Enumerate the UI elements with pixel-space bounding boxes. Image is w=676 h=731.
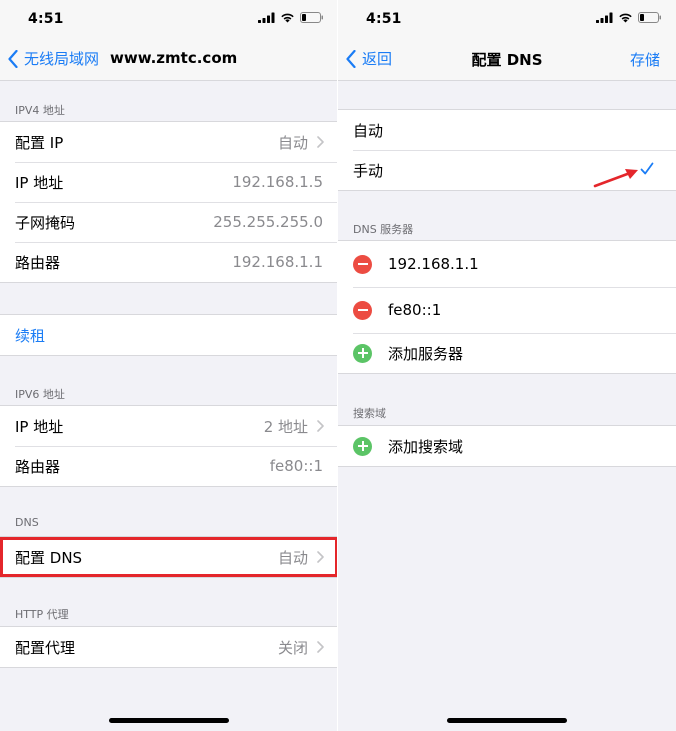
battery-icon (300, 12, 323, 23)
row-subnet-mask: 子网掩码 255.255.255.0 (0, 202, 338, 242)
status-bar: 4:51 (338, 0, 676, 38)
navigation-bar: 返回 配置 DNS 存储 (338, 38, 676, 81)
annotation-arrow-icon (593, 169, 638, 188)
chevron-right-icon (317, 641, 324, 653)
add-search-domain-label: 添加搜索域 (388, 437, 464, 456)
row-value: fe80::1 (269, 457, 323, 475)
add-server-label: 添加服务器 (388, 344, 464, 363)
status-icons (596, 12, 662, 23)
row-router: 路由器 192.168.1.1 (0, 242, 338, 282)
add-circle-icon (353, 343, 372, 363)
row-value: 2 地址 (264, 416, 324, 437)
navigation-bar: 无线局域网 www.zmtc.com (0, 38, 338, 81)
section-header-ipv4: IPV4 地址 (15, 104, 65, 117)
http-proxy-group: 配置代理 关闭 (0, 626, 338, 668)
chevron-left-icon (8, 49, 18, 68)
row-label: 子网掩码 (15, 213, 76, 232)
row-ip-address: IP 地址 192.168.1.5 (0, 162, 338, 202)
row-value: 自动 (278, 547, 324, 568)
dns-server-address: fe80::1 (388, 301, 442, 319)
renew-label: 续租 (15, 326, 46, 345)
dns-servers-group: 192.168.1.1 fe80::1 添加服务器 (338, 240, 676, 374)
row-configure-ip[interactable]: 配置 IP 自动 (0, 122, 338, 162)
option-label: 手动 (353, 161, 384, 180)
page-title: 配置 DNS (471, 51, 543, 69)
section-header-ipv6: IPV6 地址 (15, 388, 65, 401)
dns-server-address: 192.168.1.1 (388, 255, 479, 273)
value-text: 关闭 (277, 638, 308, 657)
section-header-dns-servers: DNS 服务器 (353, 223, 414, 236)
row-value: 255.255.255.0 (213, 213, 323, 231)
row-configure-proxy[interactable]: 配置代理 关闭 (0, 627, 338, 667)
row-label: IP 地址 (15, 417, 64, 436)
network-details-screen: 4:51 无线局域网 www.zmtc.com IPV4 地址 配置 IP 自动… (0, 0, 338, 731)
row-value: 192.168.1.1 (232, 253, 323, 271)
section-header-dns: DNS (15, 516, 39, 529)
ipv6-group: IP 地址 2 地址 路由器 fe80::1 (0, 405, 338, 487)
checkmark-icon (640, 162, 654, 175)
dns-server-item[interactable]: fe80::1 (338, 287, 676, 333)
search-domains-group: 添加搜索域 (338, 425, 676, 467)
value-text: 自动 (277, 548, 308, 567)
section-header-search-domains: 搜索域 (353, 407, 386, 420)
back-label: 无线局域网 (24, 50, 100, 68)
ipv4-group: 配置 IP 自动 IP 地址 192.168.1.5 子网掩码 255.255.… (0, 121, 338, 283)
signal-icon (596, 12, 613, 23)
row-value: 192.168.1.5 (232, 173, 323, 191)
section-header-http-proxy: HTTP 代理 (15, 608, 69, 621)
row-label: IP 地址 (15, 173, 64, 192)
home-indicator[interactable] (447, 718, 567, 723)
row-label: 配置 IP (15, 133, 64, 152)
row-value: 关闭 (278, 637, 324, 658)
value-text: 2 地址 (263, 417, 308, 436)
status-icons (258, 12, 324, 23)
chevron-right-icon (317, 420, 324, 432)
status-bar: 4:51 (0, 0, 338, 38)
home-indicator[interactable] (109, 718, 229, 723)
row-ipv6-address[interactable]: IP 地址 2 地址 (0, 406, 338, 446)
row-label: 路由器 (15, 253, 61, 272)
renew-lease-button[interactable]: 续租 (0, 315, 338, 355)
add-circle-icon (353, 436, 372, 456)
wifi-icon (619, 13, 632, 23)
row-label: 配置 DNS (15, 548, 83, 567)
row-ipv6-router: 路由器 fe80::1 (0, 446, 338, 486)
status-time: 4:51 (28, 11, 64, 27)
dns-group: 配置 DNS 自动 (0, 536, 338, 578)
chevron-right-icon (317, 551, 324, 563)
page-title: www.zmtc.com (110, 49, 238, 67)
row-label: 配置代理 (15, 638, 76, 657)
save-button[interactable]: 存储 (630, 49, 660, 70)
row-value: 自动 (278, 132, 324, 153)
battery-icon (638, 12, 661, 23)
dns-server-item[interactable]: 192.168.1.1 (338, 241, 676, 287)
option-label: 自动 (353, 121, 384, 140)
row-label: 路由器 (15, 457, 61, 476)
add-search-domain-button[interactable]: 添加搜索域 (338, 426, 676, 466)
option-automatic[interactable]: 自动 (338, 110, 676, 150)
row-configure-dns[interactable]: 配置 DNS 自动 (0, 537, 338, 577)
remove-circle-icon[interactable] (353, 300, 372, 320)
remove-circle-icon[interactable] (353, 254, 372, 274)
configure-dns-screen: 4:51 返回 配置 DNS 存储 自动 手动 DNS 服务器 192.168.… (338, 0, 676, 731)
back-button[interactable]: 无线局域网 (8, 48, 99, 69)
chevron-right-icon (317, 136, 324, 148)
renew-group: 续租 (0, 314, 338, 356)
wifi-icon (281, 13, 294, 23)
signal-icon (258, 12, 275, 23)
value-text: 自动 (277, 133, 308, 152)
add-server-button[interactable]: 添加服务器 (338, 333, 676, 373)
status-time: 4:51 (366, 11, 402, 27)
